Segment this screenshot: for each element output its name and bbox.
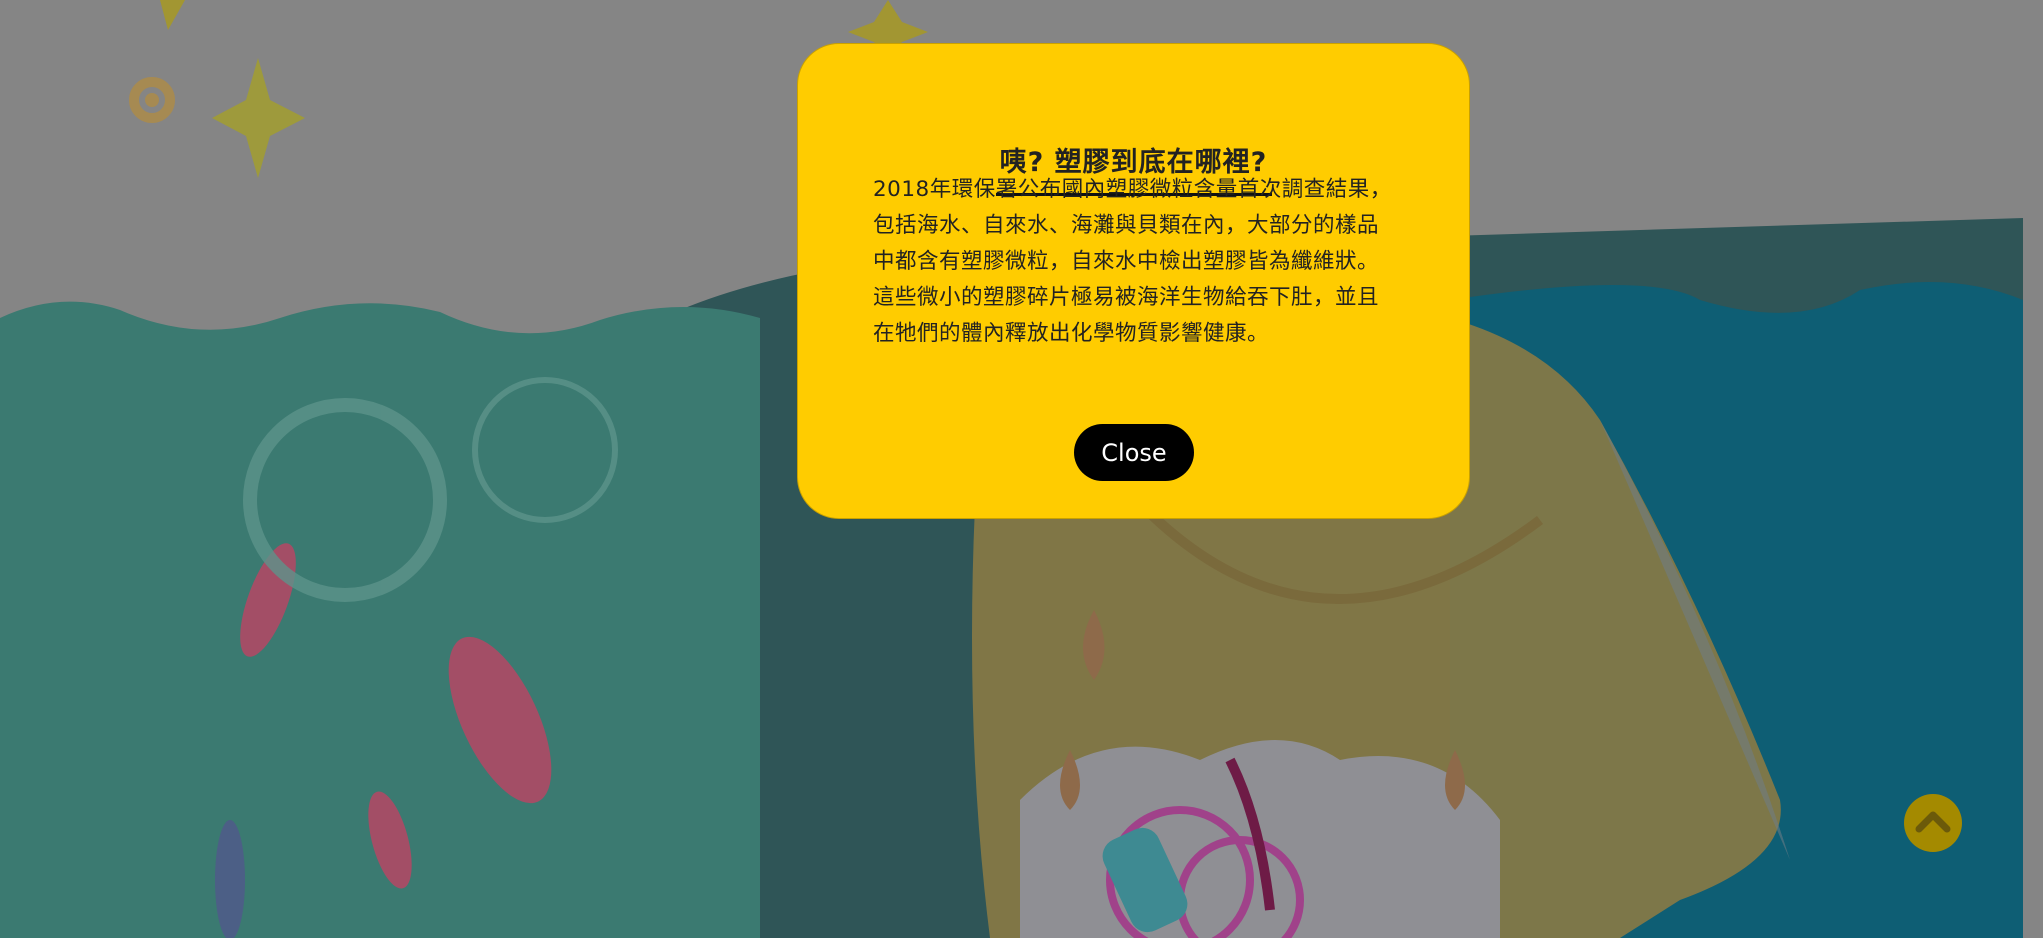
back-to-top-button[interactable] xyxy=(1903,793,1963,853)
modal-paragraph: 這些微小的塑膠碎片極易被海洋生物給吞下肚，並且在牠們的體內釋放出化學物質影響健康… xyxy=(873,285,1380,346)
modal-paragraph: 2018年環保署公布國內塑膠微粒含量首次調查結果，包括海水、自來水、海灘與貝類在… xyxy=(873,177,1392,274)
info-modal: 咦? 塑膠到底在哪裡? 2018年環保署公布國內塑膠微粒含量首次調查結果，包括海… xyxy=(797,43,1470,519)
close-button[interactable]: Close xyxy=(1074,424,1194,481)
modal-body: 2018年環保署公布國內塑膠微粒含量首次調查結果，包括海水、自來水、海灘與貝類在… xyxy=(873,172,1393,352)
chevron-up-icon xyxy=(1904,794,1962,852)
